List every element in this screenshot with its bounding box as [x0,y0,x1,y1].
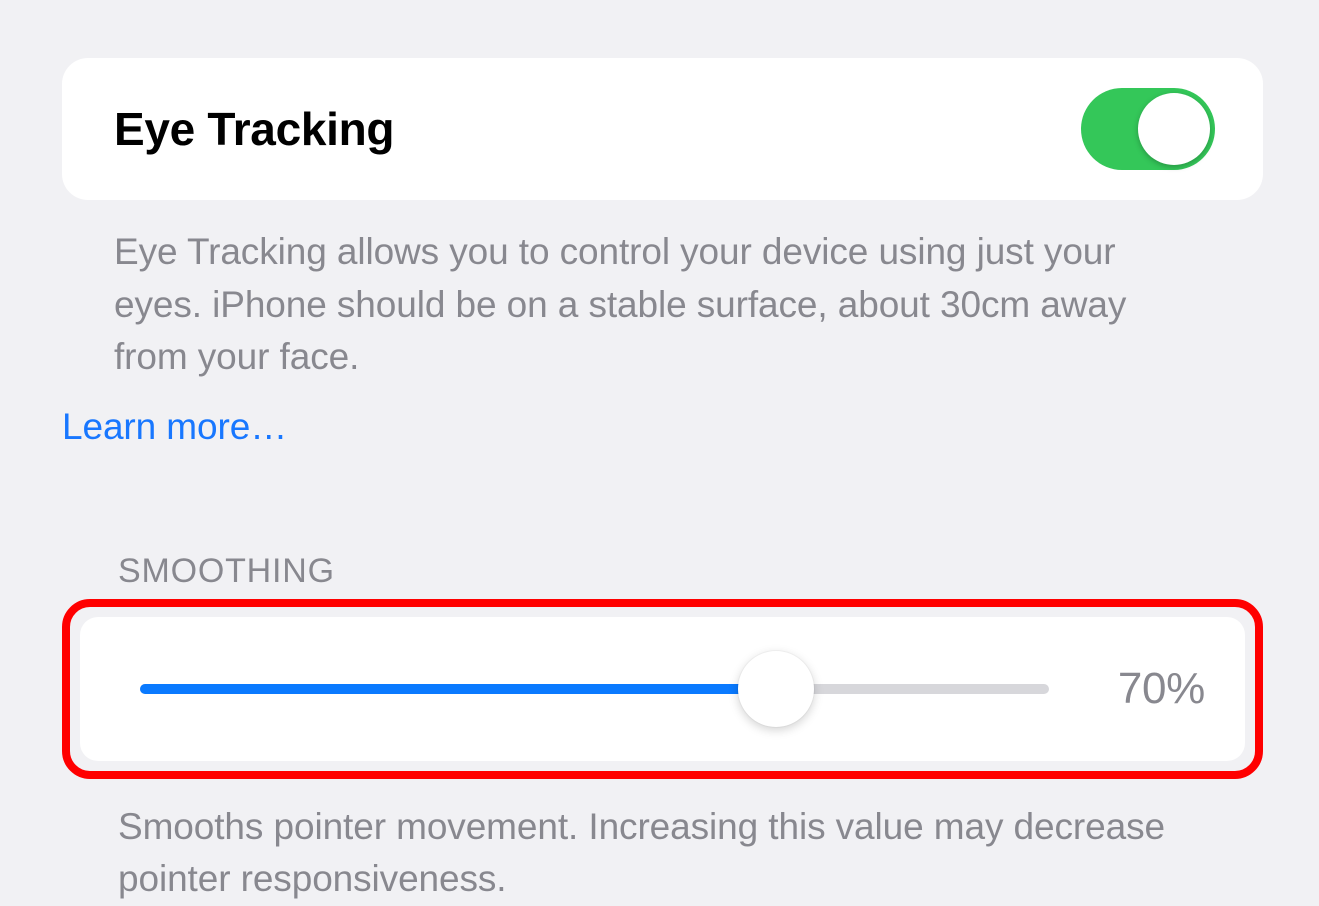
slider-thumb[interactable] [738,651,814,727]
smoothing-slider[interactable] [140,651,1049,727]
eye-tracking-row: Eye Tracking [62,58,1263,200]
smoothing-section-header: SMOOTHING [118,552,1263,591]
smoothing-value-label: 70% [1085,664,1205,714]
toggle-knob [1138,93,1210,165]
eye-tracking-description: Eye Tracking allows you to control your … [62,200,1263,384]
learn-more-link[interactable]: Learn more… [62,406,1263,448]
eye-tracking-title: Eye Tracking [114,102,394,156]
smoothing-slider-row: 70% [80,617,1245,761]
slider-track-fill [140,684,776,694]
smoothing-highlight-box: 70% [62,599,1263,779]
eye-tracking-toggle[interactable] [1081,88,1215,170]
smoothing-description: Smooths pointer movement. Increasing thi… [62,779,1263,906]
